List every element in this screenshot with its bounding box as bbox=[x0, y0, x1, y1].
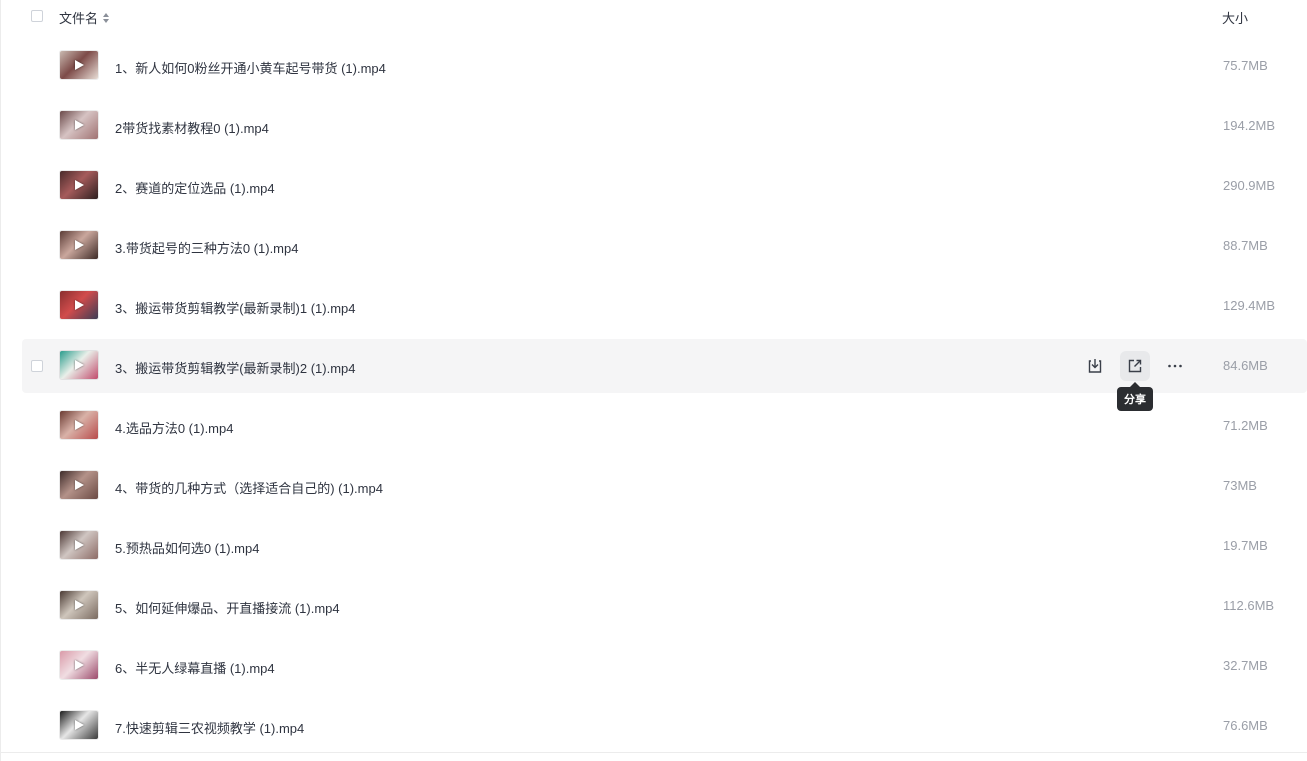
video-thumbnail[interactable] bbox=[60, 411, 98, 439]
video-thumbnail[interactable] bbox=[60, 711, 98, 739]
play-icon bbox=[75, 300, 84, 310]
file-size: 71.2MB bbox=[1223, 418, 1268, 433]
file-name[interactable]: 2、赛道的定位选品 (1).mp4 bbox=[115, 178, 275, 197]
play-icon bbox=[75, 180, 84, 190]
file-name[interactable]: 4、带货的几种方式（选择适合自己的) (1).mp4 bbox=[115, 478, 383, 497]
download-button[interactable] bbox=[1080, 351, 1110, 381]
file-row[interactable]: 3.带货起号的三种方法0 (1).mp4 88.7MB bbox=[22, 219, 1307, 273]
play-icon bbox=[75, 240, 84, 250]
file-name[interactable]: 5.预热品如何选0 (1).mp4 bbox=[115, 538, 259, 557]
video-thumbnail[interactable] bbox=[60, 591, 98, 619]
play-icon bbox=[75, 120, 84, 130]
play-icon bbox=[75, 720, 84, 730]
file-row[interactable]: 3、搬运带货剪辑教学(最新录制)2 (1).mp4 84.6MB bbox=[22, 339, 1307, 393]
video-thumbnail[interactable] bbox=[60, 51, 98, 79]
share-button[interactable] bbox=[1120, 351, 1150, 381]
share-icon bbox=[1128, 359, 1142, 373]
more-button[interactable] bbox=[1160, 351, 1190, 381]
play-icon bbox=[75, 600, 84, 610]
name-column-label: 文件名 bbox=[59, 11, 99, 26]
file-name[interactable]: 3.带货起号的三种方法0 (1).mp4 bbox=[115, 238, 298, 257]
file-name[interactable]: 4.选品方法0 (1).mp4 bbox=[115, 418, 233, 437]
play-icon bbox=[75, 420, 84, 430]
file-size: 88.7MB bbox=[1223, 238, 1268, 253]
play-icon bbox=[75, 360, 84, 370]
divider bbox=[0, 752, 1307, 753]
file-row[interactable]: 2、赛道的定位选品 (1).mp4 290.9MB bbox=[22, 159, 1307, 213]
file-name[interactable]: 6、半无人绿幕直播 (1).mp4 bbox=[115, 658, 275, 677]
file-name[interactable]: 7.快速剪辑三农视频教学 (1).mp4 bbox=[115, 718, 304, 737]
divider bbox=[0, 0, 1, 761]
video-thumbnail[interactable] bbox=[60, 651, 98, 679]
play-icon bbox=[75, 540, 84, 550]
download-icon bbox=[1088, 359, 1102, 373]
file-row[interactable]: 7.快速剪辑三农视频教学 (1).mp4 76.6MB bbox=[22, 699, 1307, 753]
file-size: 129.4MB bbox=[1223, 298, 1276, 313]
file-size: 76.6MB bbox=[1223, 718, 1268, 733]
file-row[interactable]: 3、搬运带货剪辑教学(最新录制)1 (1).mp4 129.4MB bbox=[22, 279, 1307, 333]
row-checkbox[interactable] bbox=[31, 360, 43, 372]
size-column-header[interactable]: 大小 bbox=[1222, 8, 1248, 27]
file-row[interactable]: 2带货找素材教程0 (1).mp4 194.2MB bbox=[22, 99, 1307, 153]
video-thumbnail[interactable] bbox=[60, 171, 98, 199]
file-size: 290.9MB bbox=[1223, 178, 1276, 193]
video-thumbnail[interactable] bbox=[60, 111, 98, 139]
select-all-checkbox[interactable] bbox=[31, 10, 43, 22]
file-name[interactable]: 2带货找素材教程0 (1).mp4 bbox=[115, 118, 269, 137]
file-size: 32.7MB bbox=[1223, 658, 1268, 673]
file-name[interactable]: 1、新人如何0粉丝开通小黄车起号带货 (1).mp4 bbox=[115, 58, 386, 77]
video-thumbnail[interactable] bbox=[60, 291, 98, 319]
file-row[interactable]: 5、如何延伸爆品、开直播接流 (1).mp4 112.6MB bbox=[22, 579, 1307, 633]
list-header: 文件名 大小 bbox=[0, 0, 1307, 32]
video-thumbnail[interactable] bbox=[60, 231, 98, 259]
file-list-page: 文件名 大小 1、新人如何0粉丝开通小黄车起号带货 (1).mp4 75.7MB 2… bbox=[0, 0, 1307, 761]
file-name[interactable]: 3、搬运带货剪辑教学(最新录制)2 (1).mp4 bbox=[115, 358, 356, 377]
file-row[interactable]: 1、新人如何0粉丝开通小黄车起号带货 (1).mp4 75.7MB bbox=[22, 39, 1307, 93]
name-column-header[interactable]: 文件名 bbox=[59, 8, 110, 27]
file-size: 84.6MB bbox=[1223, 358, 1268, 373]
play-icon bbox=[75, 60, 84, 70]
video-thumbnail[interactable] bbox=[60, 531, 98, 559]
file-size: 75.7MB bbox=[1223, 58, 1268, 73]
file-row[interactable]: 5.预热品如何选0 (1).mp4 19.7MB bbox=[22, 519, 1307, 573]
video-thumbnail[interactable] bbox=[60, 351, 98, 379]
video-thumbnail[interactable] bbox=[60, 471, 98, 499]
file-size: 19.7MB bbox=[1223, 538, 1268, 553]
share-tooltip: 分享 bbox=[1117, 382, 1153, 411]
file-name[interactable]: 5、如何延伸爆品、开直播接流 (1).mp4 bbox=[115, 598, 340, 617]
file-size: 73MB bbox=[1223, 478, 1257, 493]
file-row[interactable]: 6、半无人绿幕直播 (1).mp4 32.7MB bbox=[22, 639, 1307, 693]
file-size: 194.2MB bbox=[1223, 118, 1276, 133]
file-name[interactable]: 3、搬运带货剪辑教学(最新录制)1 (1).mp4 bbox=[115, 298, 356, 317]
file-row[interactable]: 4.选品方法0 (1).mp4 71.2MB bbox=[22, 399, 1307, 453]
play-icon bbox=[75, 480, 84, 490]
play-icon bbox=[75, 660, 84, 670]
file-row[interactable]: 4、带货的几种方式（选择适合自己的) (1).mp4 73MB bbox=[22, 459, 1307, 513]
more-icon bbox=[1168, 364, 1182, 368]
sort-icon[interactable] bbox=[102, 12, 110, 24]
file-size: 112.6MB bbox=[1223, 598, 1275, 613]
